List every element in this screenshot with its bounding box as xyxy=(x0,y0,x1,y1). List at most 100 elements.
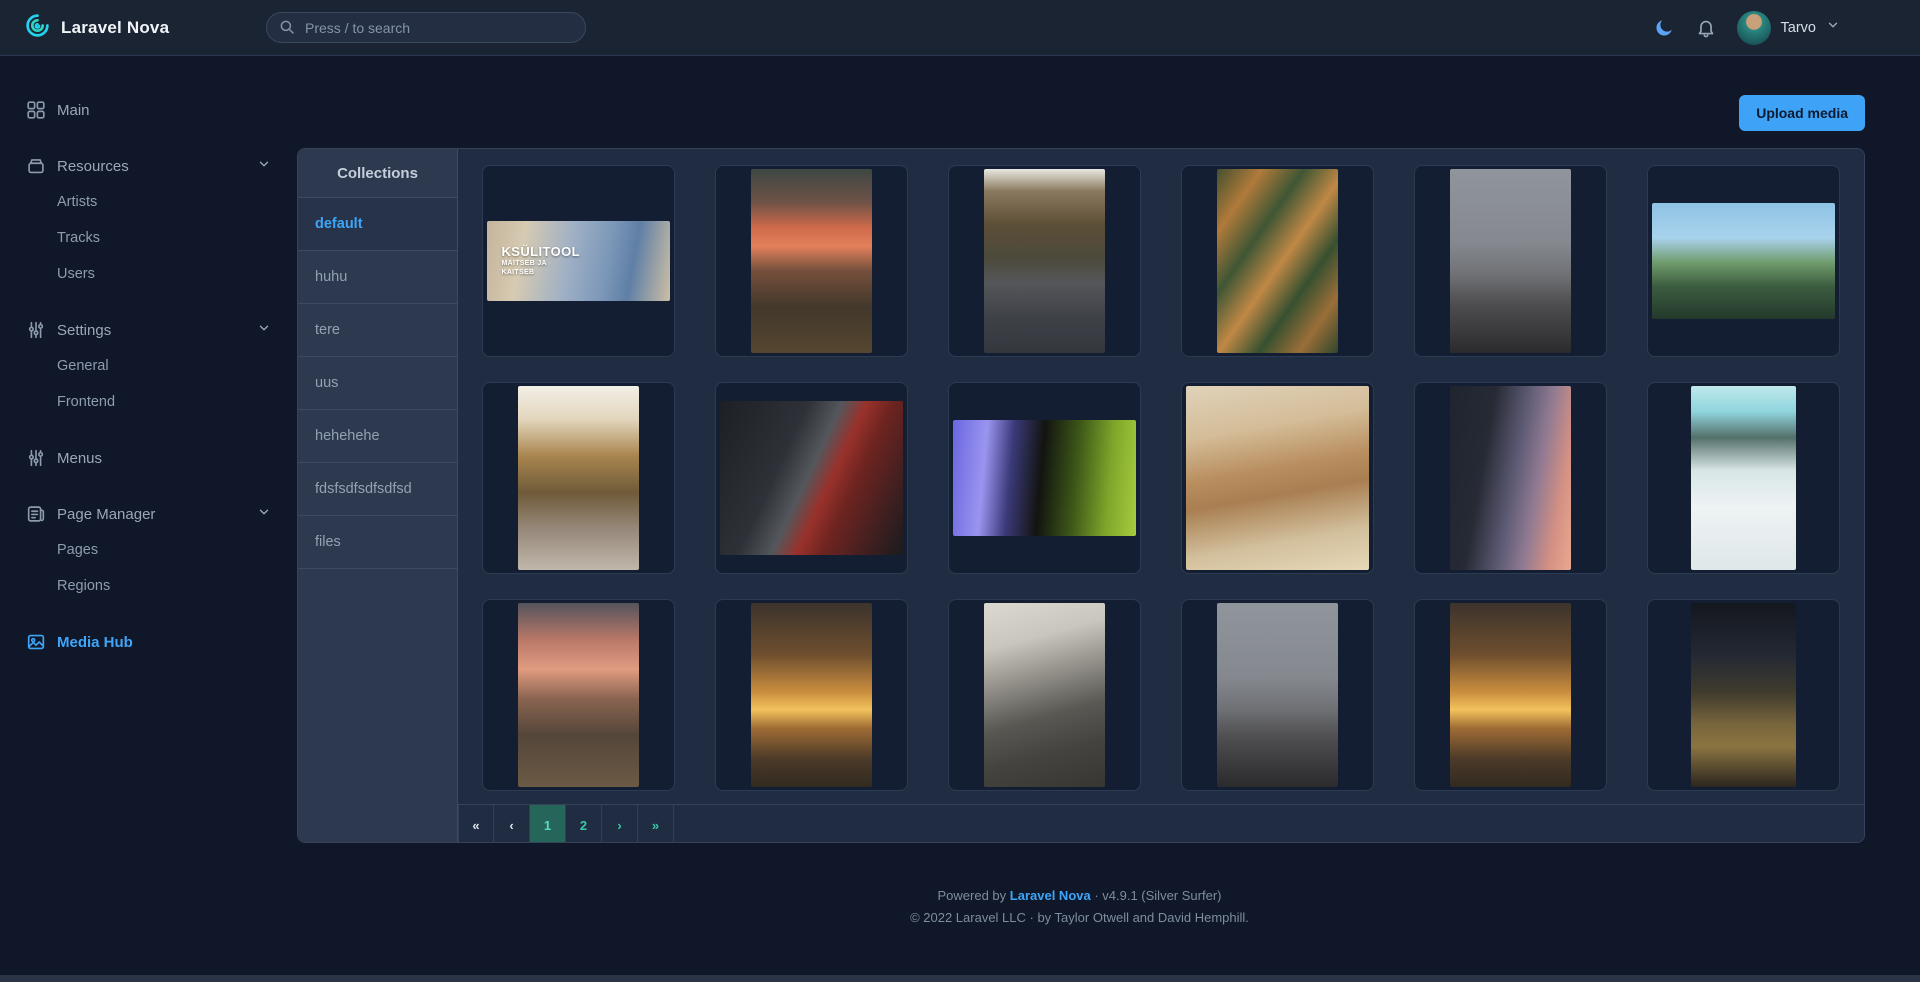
avatar xyxy=(1736,10,1771,45)
sidebar-item-general[interactable]: General xyxy=(24,348,279,384)
sidebar-item-tracks[interactable]: Tracks xyxy=(24,220,279,256)
sidebar-item-resources[interactable]: Resources xyxy=(24,148,279,184)
brand-title: Laravel Nova xyxy=(61,17,170,37)
sidebar-item-label: Page Manager xyxy=(57,505,156,523)
media-image-night-traffic xyxy=(1690,602,1797,788)
media-thumbnail-cinema-camera[interactable] xyxy=(715,382,908,574)
sidebar-item-label: Resources xyxy=(57,157,129,175)
collection-item-default[interactable]: default xyxy=(298,198,457,251)
footer-brand-link[interactable]: Laravel Nova xyxy=(1010,888,1091,903)
media-image-drone-sunset-2 xyxy=(1450,602,1571,788)
collection-item-fdsfsdfsdfsdfsd[interactable]: fdsfsdfsdfsdfsd xyxy=(298,463,457,516)
media-thumbnail-lantern-sunset[interactable] xyxy=(1414,382,1607,574)
media-image-autumn-path xyxy=(518,385,639,571)
notifications-button[interactable] xyxy=(1695,17,1717,39)
media-image-telescope-paris-2 xyxy=(1217,602,1338,788)
sidebar-item-artists[interactable]: Artists xyxy=(24,184,279,220)
sidebar-item-media-hub[interactable]: Media Hub xyxy=(24,624,279,660)
sidebar-item-regions[interactable]: Regions xyxy=(24,568,279,604)
upload-media-button[interactable]: Upload media xyxy=(1739,95,1865,131)
pagination-first[interactable]: « xyxy=(458,805,494,842)
footer-version: · v4.9.1 (Silver Surfer) xyxy=(1090,888,1222,903)
brand[interactable]: Laravel Nova xyxy=(0,12,266,44)
search-input[interactable] xyxy=(266,12,586,43)
media-image-lantern-sunset xyxy=(1450,385,1571,571)
media-thumbnail-redwood-road[interactable] xyxy=(948,165,1141,357)
media-image-telescope-paris xyxy=(1450,168,1571,354)
media-image-street-crossing xyxy=(984,602,1105,788)
collection-item-tere[interactable]: tere xyxy=(298,304,457,357)
sidebar: Main Resources Artists Tracks Users Settings G… xyxy=(0,56,297,982)
collections-panel: Collections default huhu tere uus hehehehe fd… xyxy=(298,149,458,842)
moon-icon xyxy=(1655,19,1672,36)
sidebar-item-menus[interactable]: Menus xyxy=(24,440,279,476)
media-thumbnail-sunset-rocks[interactable] xyxy=(715,165,908,357)
chevron-down-icon xyxy=(257,157,271,175)
media-image-snowy-road xyxy=(1690,385,1797,571)
sidebar-item-settings[interactable]: Settings xyxy=(24,312,279,348)
sidebar-item-frontend[interactable]: Frontend xyxy=(24,384,279,420)
media-image-drone-sunset xyxy=(751,602,872,788)
media-thumbnail-sunset-rocks-2[interactable] xyxy=(482,599,675,791)
media-thumbnail-night-traffic[interactable] xyxy=(1647,599,1840,791)
media-image-autumn-forest-aerial xyxy=(1217,168,1338,354)
media-thumbnail-snowy-road[interactable] xyxy=(1647,382,1840,574)
pagination-page-1[interactable]: 1 xyxy=(530,805,566,842)
chevron-down-icon xyxy=(1826,18,1840,37)
collection-item-hehehehe[interactable]: hehehehe xyxy=(298,410,457,463)
user-name: Tarvo xyxy=(1780,19,1816,36)
media-hub-panel: Collections default huhu tere uus hehehehe fd… xyxy=(297,148,1865,843)
search-icon xyxy=(278,18,296,41)
image-icon xyxy=(24,630,48,654)
sidebar-item-pages[interactable]: Pages xyxy=(24,532,279,568)
sidebar-item-main[interactable]: Main xyxy=(24,92,279,128)
search-bar xyxy=(266,12,586,43)
media-thumbnail-autumn-forest-aerial[interactable] xyxy=(1181,165,1374,357)
media-image-redwood-road xyxy=(984,168,1105,354)
archive-icon xyxy=(24,154,48,178)
collection-item-uus[interactable]: uus xyxy=(298,357,457,410)
pagination-next[interactable]: › xyxy=(602,805,638,842)
sliders-icon xyxy=(24,318,48,342)
collections-title: Collections xyxy=(298,149,457,198)
collection-item-huhu[interactable]: huhu xyxy=(298,251,457,304)
pagination-last[interactable]: » xyxy=(638,805,674,842)
chevron-down-icon xyxy=(257,321,271,339)
main-content: Upload media Collections default huhu tere… xyxy=(297,56,1920,982)
sidebar-item-label: Settings xyxy=(57,321,112,339)
media-thumbnail-drone-sunset-2[interactable] xyxy=(1414,599,1607,791)
sidebar-item-page-manager[interactable]: Page Manager xyxy=(24,496,279,532)
footer-powered-line: Powered by Laravel Nova · v4.9.1 (Silver… xyxy=(297,885,1862,907)
media-image-supertree-grove xyxy=(1651,203,1836,319)
media-thumbnail-jellyfish[interactable] xyxy=(948,382,1141,574)
media-image-cinema-camera xyxy=(719,401,904,555)
user-menu[interactable]: Tarvo xyxy=(1736,10,1840,45)
collection-item-files[interactable]: files xyxy=(298,516,457,569)
horizontal-scrollbar[interactable] xyxy=(0,975,1920,982)
media-thumbnail-child-banner[interactable]: KSÜLITOOL MAITSEB JA KAITSEB xyxy=(482,165,675,357)
media-image-child-banner: KSÜLITOOL MAITSEB JA KAITSEB xyxy=(486,221,671,301)
footer-copyright: © 2022 Laravel LLC · by Taylor Otwell an… xyxy=(910,910,1249,925)
media-image-jellyfish xyxy=(952,420,1137,536)
media-thumbnail-drone-sunset[interactable] xyxy=(715,599,908,791)
sidebar-item-users[interactable]: Users xyxy=(24,256,279,292)
pagination-previous[interactable]: ‹ xyxy=(494,805,530,842)
collections-list: default huhu tere uus hehehehe fdsfsdfsdfsdfs… xyxy=(298,198,457,569)
media-thumbnail-autumn-path[interactable] xyxy=(482,382,675,574)
media-thumbnail-telescope-paris[interactable] xyxy=(1414,165,1607,357)
media-overlay-text: KSÜLITOOL MAITSEB JA KAITSEB xyxy=(501,244,580,277)
theme-toggle-button[interactable] xyxy=(1653,17,1675,39)
media-thumbnail-hooded-person[interactable] xyxy=(1181,382,1374,574)
sidebar-item-label: Media Hub xyxy=(57,633,133,651)
sidebar-item-label: Main xyxy=(57,101,90,119)
media-thumbnail-telescope-paris-2[interactable] xyxy=(1181,599,1374,791)
media-image-sunset-rocks xyxy=(751,168,872,354)
sliders-icon xyxy=(24,446,48,470)
pagination: «‹ 1 2 ›» xyxy=(458,804,1864,842)
pagination-page-2[interactable]: 2 xyxy=(566,805,602,842)
laravel-nova-logo-icon xyxy=(24,12,51,44)
sidebar-item-label: Menus xyxy=(57,449,103,467)
grid-icon xyxy=(24,98,48,122)
media-thumbnail-supertree-grove[interactable] xyxy=(1647,165,1840,357)
media-thumbnail-street-crossing[interactable] xyxy=(948,599,1141,791)
